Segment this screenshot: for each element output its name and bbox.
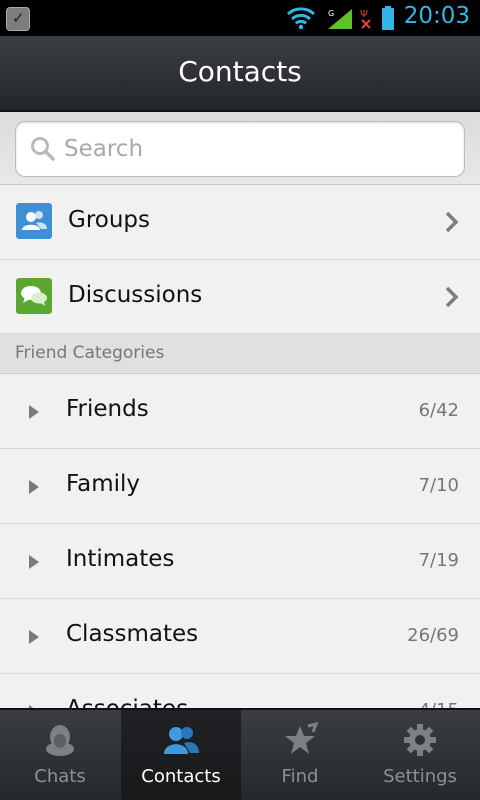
category-row-intimates[interactable]: Intimates 7/19	[0, 524, 480, 599]
search-icon	[31, 137, 55, 161]
category-row-friends[interactable]: Friends 6/42	[0, 374, 480, 449]
tab-find[interactable]: Find	[240, 710, 360, 800]
category-count: 26/69	[407, 625, 459, 646]
status-bar: G Ψ 20:03	[0, 0, 480, 36]
search-box[interactable]	[15, 121, 465, 177]
svg-text:Ψ: Ψ	[360, 9, 368, 20]
battery-icon	[382, 6, 394, 30]
search-bar	[0, 112, 480, 185]
expand-arrow-icon	[29, 630, 39, 644]
friend-categories-header: Friend Categories	[0, 334, 480, 374]
category-name: Classmates	[66, 621, 199, 647]
section-title: Friend Categories	[15, 343, 165, 363]
status-icons: G Ψ	[286, 6, 394, 30]
category-name: Family	[66, 471, 141, 497]
star-icon	[285, 722, 318, 754]
expand-arrow-icon	[29, 405, 39, 419]
penguin-icon	[46, 725, 74, 756]
tab-chats[interactable]: Chats	[0, 710, 120, 800]
expand-arrow-icon	[29, 555, 39, 569]
discussions-row[interactable]: Discussions	[0, 260, 480, 334]
groups-icon	[16, 203, 52, 239]
category-row-family[interactable]: Family 7/10	[0, 449, 480, 524]
wifi-icon	[286, 7, 316, 30]
expand-arrow-icon	[29, 480, 39, 494]
groups-label: Groups	[68, 207, 151, 233]
tab-contacts[interactable]: Contacts	[121, 710, 241, 800]
title-bar: Contacts	[0, 36, 480, 112]
page-title: Contacts	[178, 55, 302, 88]
groups-row[interactable]: Groups	[0, 185, 480, 260]
discussions-icon	[16, 278, 52, 314]
category-name: Friends	[66, 396, 149, 422]
status-time: 20:03	[403, 3, 470, 29]
tab-label: Chats	[34, 766, 86, 787]
contacts-icon	[164, 727, 199, 754]
tab-settings[interactable]: Settings	[360, 710, 480, 800]
tab-label: Find	[281, 766, 319, 787]
search-input[interactable]	[64, 130, 444, 168]
bottom-tab-bar: Chats Contacts Find Settings	[0, 708, 480, 800]
category-count: 7/10	[418, 475, 459, 496]
notification-check-icon	[6, 7, 30, 31]
chevron-right-icon	[445, 286, 459, 308]
tab-label: Settings	[383, 766, 457, 787]
discussions-label: Discussions	[68, 282, 203, 308]
signal-icon: G	[328, 9, 352, 29]
category-row-classmates[interactable]: Classmates 26/69	[0, 599, 480, 674]
tab-label: Contacts	[141, 766, 221, 787]
category-name: Intimates	[66, 546, 175, 572]
svg-text:G: G	[328, 9, 334, 18]
gear-icon	[404, 724, 436, 756]
category-count: 7/19	[418, 550, 459, 571]
no-sim-icon: Ψ	[360, 9, 371, 29]
chevron-right-icon	[445, 211, 459, 233]
category-count: 6/42	[418, 400, 459, 421]
